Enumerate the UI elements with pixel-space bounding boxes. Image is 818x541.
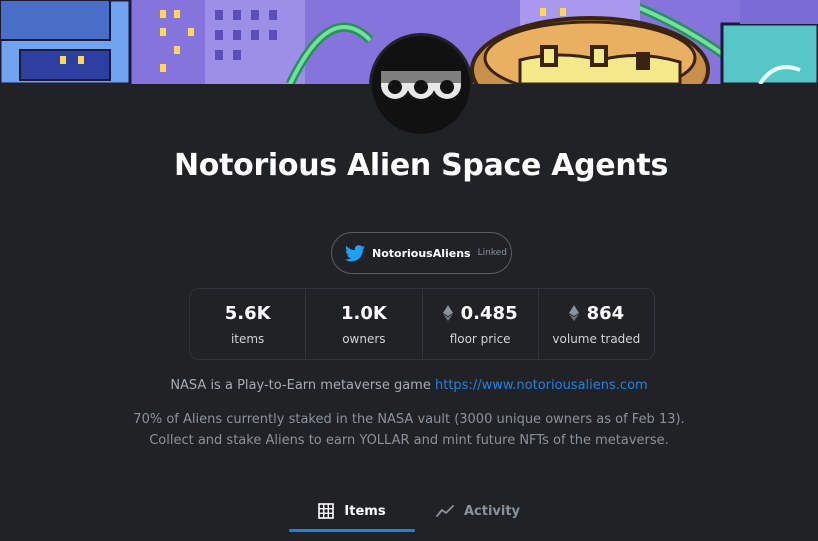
activity-icon (436, 505, 454, 517)
twitter-link-chip[interactable]: NotoriousAliens Linked (331, 232, 512, 274)
stat-label: items (230, 331, 265, 346)
twitter-linked-label: Linked (477, 248, 507, 258)
stat-value: 5.6K (224, 302, 271, 324)
description-intro-text: NASA is a Play-to-Earn metaverse game (170, 378, 431, 393)
stat-value: 864 (586, 302, 625, 324)
tab-label: Items (344, 503, 386, 519)
tab-activity[interactable]: Activity (415, 490, 541, 532)
stat-label: floor price (449, 331, 511, 346)
stat-owners[interactable]: 1.0K owners (306, 289, 423, 359)
ethereum-icon (568, 305, 579, 321)
stat-items[interactable]: 5.6K items (190, 289, 307, 359)
tab-label: Activity (463, 503, 521, 519)
stat-label: owners (342, 331, 386, 346)
alien-eyes-logo-icon (381, 71, 461, 99)
stat-value: 1.0K (340, 302, 387, 324)
stat-label: volume traded (552, 331, 641, 346)
website-link[interactable]: https://www.notoriousaliens.com (435, 378, 648, 393)
grid-icon (318, 503, 335, 519)
stat-volume-traded[interactable]: 864 volume traded (539, 289, 654, 359)
stat-value: 0.485 (460, 302, 518, 324)
ethereum-icon (442, 305, 453, 321)
stat-floor-price[interactable]: 0.485 floor price (423, 289, 539, 359)
collection-avatar (369, 33, 473, 137)
tab-items[interactable]: Items (289, 490, 415, 532)
collection-tabs: Items Activity (289, 490, 541, 532)
collection-stats: 5.6K items 1.0K owners 0.485 floor price… (189, 288, 655, 360)
twitter-handle: NotoriousAliens (372, 246, 471, 260)
description-body: 70% of Aliens currently staked in the NA… (133, 412, 685, 448)
collection-title: Notorious Alien Space Agents (173, 148, 669, 183)
description-intro: NASA is a Play-to-Earn metaverse game ht… (100, 378, 718, 393)
twitter-icon (345, 244, 365, 261)
